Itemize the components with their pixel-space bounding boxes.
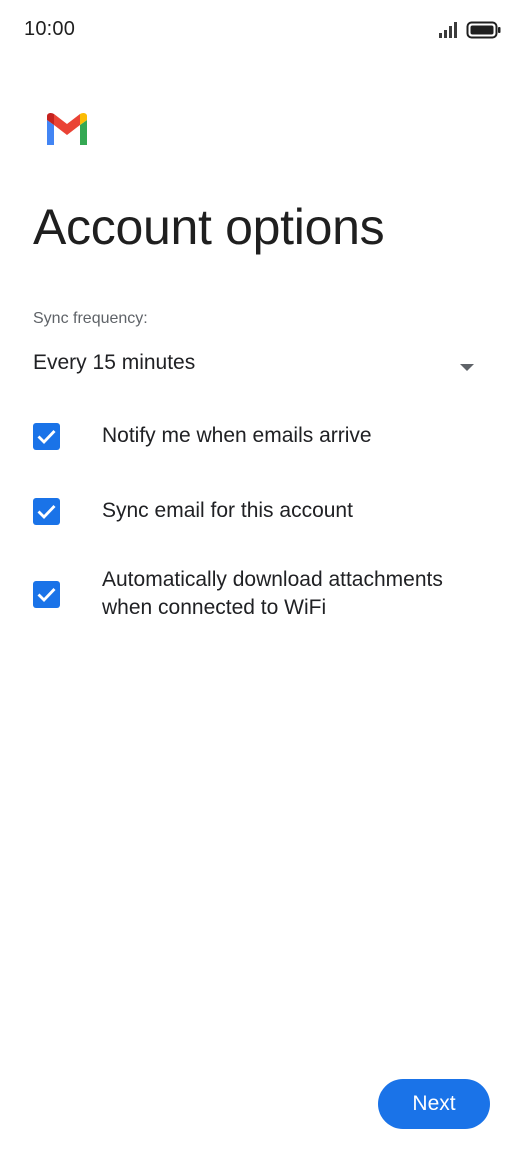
page-title: Account options <box>33 199 385 255</box>
sync-email-option-label: Sync email for this account <box>102 499 353 522</box>
checkmark-icon <box>37 505 56 520</box>
sync-email-option[interactable]: Sync email for this account <box>33 495 493 529</box>
sync-frequency-label: Sync frequency: <box>33 310 148 327</box>
notify-option-label: Notify me when emails arrive <box>102 424 372 447</box>
account-options-screen: 10:00 Account options Sync frequency: Ev… <box>0 0 523 1154</box>
sync-frequency-select[interactable]: Every 15 minutes <box>33 346 481 384</box>
sync-email-checkbox[interactable] <box>33 498 60 525</box>
signal-bars-icon <box>438 20 460 45</box>
next-button[interactable]: Next <box>378 1079 490 1129</box>
checkmark-icon <box>37 430 56 445</box>
status-time: 10:00 <box>24 18 76 40</box>
notify-option[interactable]: Notify me when emails arrive <box>33 420 493 454</box>
auto-download-checkbox[interactable] <box>33 581 60 608</box>
auto-download-option-label: Automatically download attachments when … <box>102 568 443 619</box>
auto-download-option[interactable]: Automatically download attachments when … <box>33 564 493 624</box>
battery-full-icon <box>466 20 502 45</box>
sync-frequency-value: Every 15 minutes <box>33 351 196 374</box>
notify-checkbox[interactable] <box>33 423 60 450</box>
checkmark-icon <box>37 588 56 603</box>
gmail-logo-icon <box>43 112 91 153</box>
status-bar: 10:00 <box>0 0 523 62</box>
dropdown-arrow-icon <box>460 359 474 377</box>
